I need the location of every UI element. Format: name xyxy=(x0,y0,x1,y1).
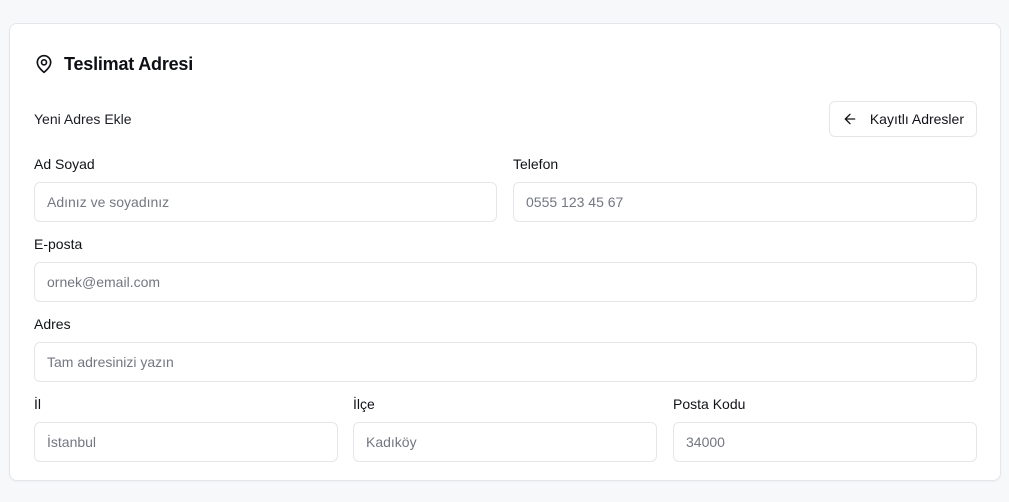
district-label: İlçe xyxy=(353,396,375,412)
new-address-header: Yeni Adres Ekle Kayıtlı Adresler xyxy=(34,101,977,137)
new-address-title: Yeni Adres Ekle xyxy=(34,111,132,127)
phone-field-group: Telefon xyxy=(513,156,977,222)
phone-label: Telefon xyxy=(513,156,559,172)
arrow-left-icon xyxy=(842,111,858,127)
city-field-group: İl xyxy=(34,396,338,462)
address-label: Adres xyxy=(34,316,71,332)
postal-code-input[interactable] xyxy=(673,422,977,462)
address-input[interactable] xyxy=(34,342,977,382)
saved-addresses-button[interactable]: Kayıtlı Adresler xyxy=(828,101,977,137)
name-label: Ad Soyad xyxy=(34,156,95,172)
name-input[interactable] xyxy=(34,182,497,222)
postal-code-field-group: Posta Kodu xyxy=(673,396,977,462)
saved-addresses-label: Kayıtlı Adresler xyxy=(869,111,964,127)
city-input[interactable] xyxy=(34,422,338,462)
city-label: İl xyxy=(34,396,41,412)
email-field-group: E-posta xyxy=(34,236,977,302)
email-label: E-posta xyxy=(34,236,83,252)
map-pin-icon xyxy=(34,54,54,74)
card-title: Teslimat Adresi xyxy=(64,53,194,74)
address-field-group: Adres xyxy=(34,316,977,382)
postal-code-label: Posta Kodu xyxy=(673,396,746,412)
email-input[interactable] xyxy=(34,262,977,302)
card-header: Teslimat Adresi xyxy=(34,52,193,76)
name-field-group: Ad Soyad xyxy=(34,156,497,222)
district-field-group: İlçe xyxy=(353,396,657,462)
phone-input[interactable] xyxy=(513,182,977,222)
district-input[interactable] xyxy=(353,422,657,462)
delivery-address-card: Teslimat Adresi Yeni Adres Ekle Kayıtlı … xyxy=(9,23,1001,481)
